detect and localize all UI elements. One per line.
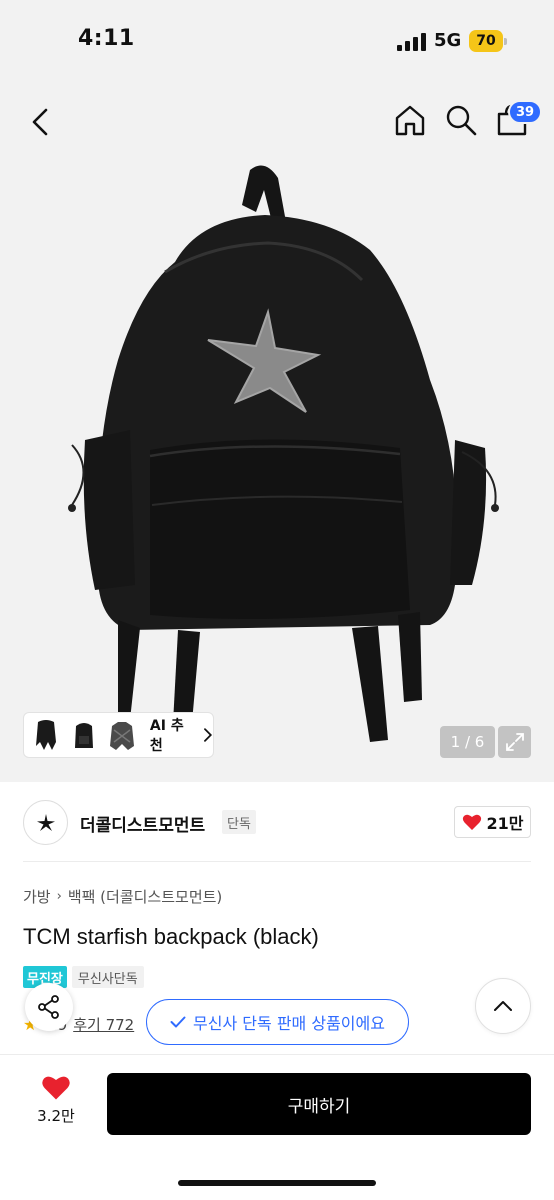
buy-button[interactable]: 구매하기 bbox=[107, 1073, 531, 1135]
product-image bbox=[68, 165, 499, 745]
breadcrumb: 가방 › 백팩 (더콜디스트모먼트) bbox=[23, 886, 222, 907]
product-image-gallery[interactable] bbox=[0, 84, 554, 782]
battery-level: 70 bbox=[469, 30, 503, 52]
image-page-counter: 1 / 6 bbox=[440, 726, 495, 758]
ai-recommendation-button[interactable]: AI 추천 bbox=[23, 712, 214, 758]
breadcrumb-subcategory[interactable]: 백팩 (더콜디스트모먼트) bbox=[68, 886, 222, 907]
cart-count-badge: 39 bbox=[508, 100, 543, 124]
brand-row[interactable]: 더콜디스트모먼트 단독 21만 bbox=[23, 800, 531, 846]
toast-text: 무신사 단독 판매 상품이에요 bbox=[193, 1014, 385, 1033]
home-indicator bbox=[178, 1180, 376, 1186]
wishlist-button[interactable]: 3.2만 bbox=[28, 1074, 84, 1134]
back-icon[interactable] bbox=[22, 104, 58, 140]
brand-exclusive-tag: 단독 bbox=[222, 810, 256, 834]
search-icon[interactable] bbox=[443, 102, 479, 138]
divider bbox=[23, 861, 531, 862]
check-icon bbox=[170, 1016, 186, 1028]
heart-icon bbox=[42, 1076, 70, 1100]
signal-icon bbox=[397, 33, 426, 51]
recommendation-thumbnail[interactable] bbox=[65, 716, 101, 754]
chevron-right-icon: › bbox=[56, 889, 62, 904]
wishlist-count: 3.2만 bbox=[37, 1107, 75, 1125]
ai-recommend-label: AI 추천 bbox=[149, 718, 184, 754]
starfish-logo-icon bbox=[36, 813, 55, 831]
brand-like-count: 21만 bbox=[486, 814, 524, 833]
home-icon[interactable] bbox=[392, 102, 428, 138]
exclusive-badge: 무신사단독 bbox=[71, 966, 144, 988]
status-bar: 4:11 5G 70 bbox=[0, 0, 554, 84]
scroll-top-button[interactable] bbox=[475, 978, 531, 1034]
chevron-up-icon bbox=[494, 1001, 512, 1011]
breadcrumb-category[interactable]: 가방 bbox=[23, 886, 51, 907]
brand-logo[interactable] bbox=[23, 800, 68, 845]
product-title: TCM starfish backpack (black) bbox=[23, 924, 319, 949]
network-label: 5G bbox=[434, 30, 462, 51]
expand-icon bbox=[505, 733, 524, 751]
recommendation-thumbnail[interactable] bbox=[103, 716, 139, 754]
battery-icon: 70 bbox=[469, 30, 507, 52]
status-time: 4:11 bbox=[78, 26, 135, 51]
heart-icon bbox=[462, 814, 481, 830]
exclusive-toast: 무신사 단독 판매 상품이에요 bbox=[146, 999, 409, 1045]
brand-like-button[interactable]: 21만 bbox=[454, 806, 531, 838]
review-count-link[interactable]: 후기 772 bbox=[73, 1014, 134, 1035]
recommendation-thumbnail[interactable] bbox=[28, 716, 63, 754]
brand-name[interactable]: 더콜디스트모먼트 bbox=[80, 811, 205, 836]
share-icon bbox=[38, 995, 59, 1019]
chevron-right-icon bbox=[204, 728, 213, 742]
share-button[interactable] bbox=[25, 983, 73, 1031]
expand-image-button[interactable] bbox=[498, 726, 531, 758]
